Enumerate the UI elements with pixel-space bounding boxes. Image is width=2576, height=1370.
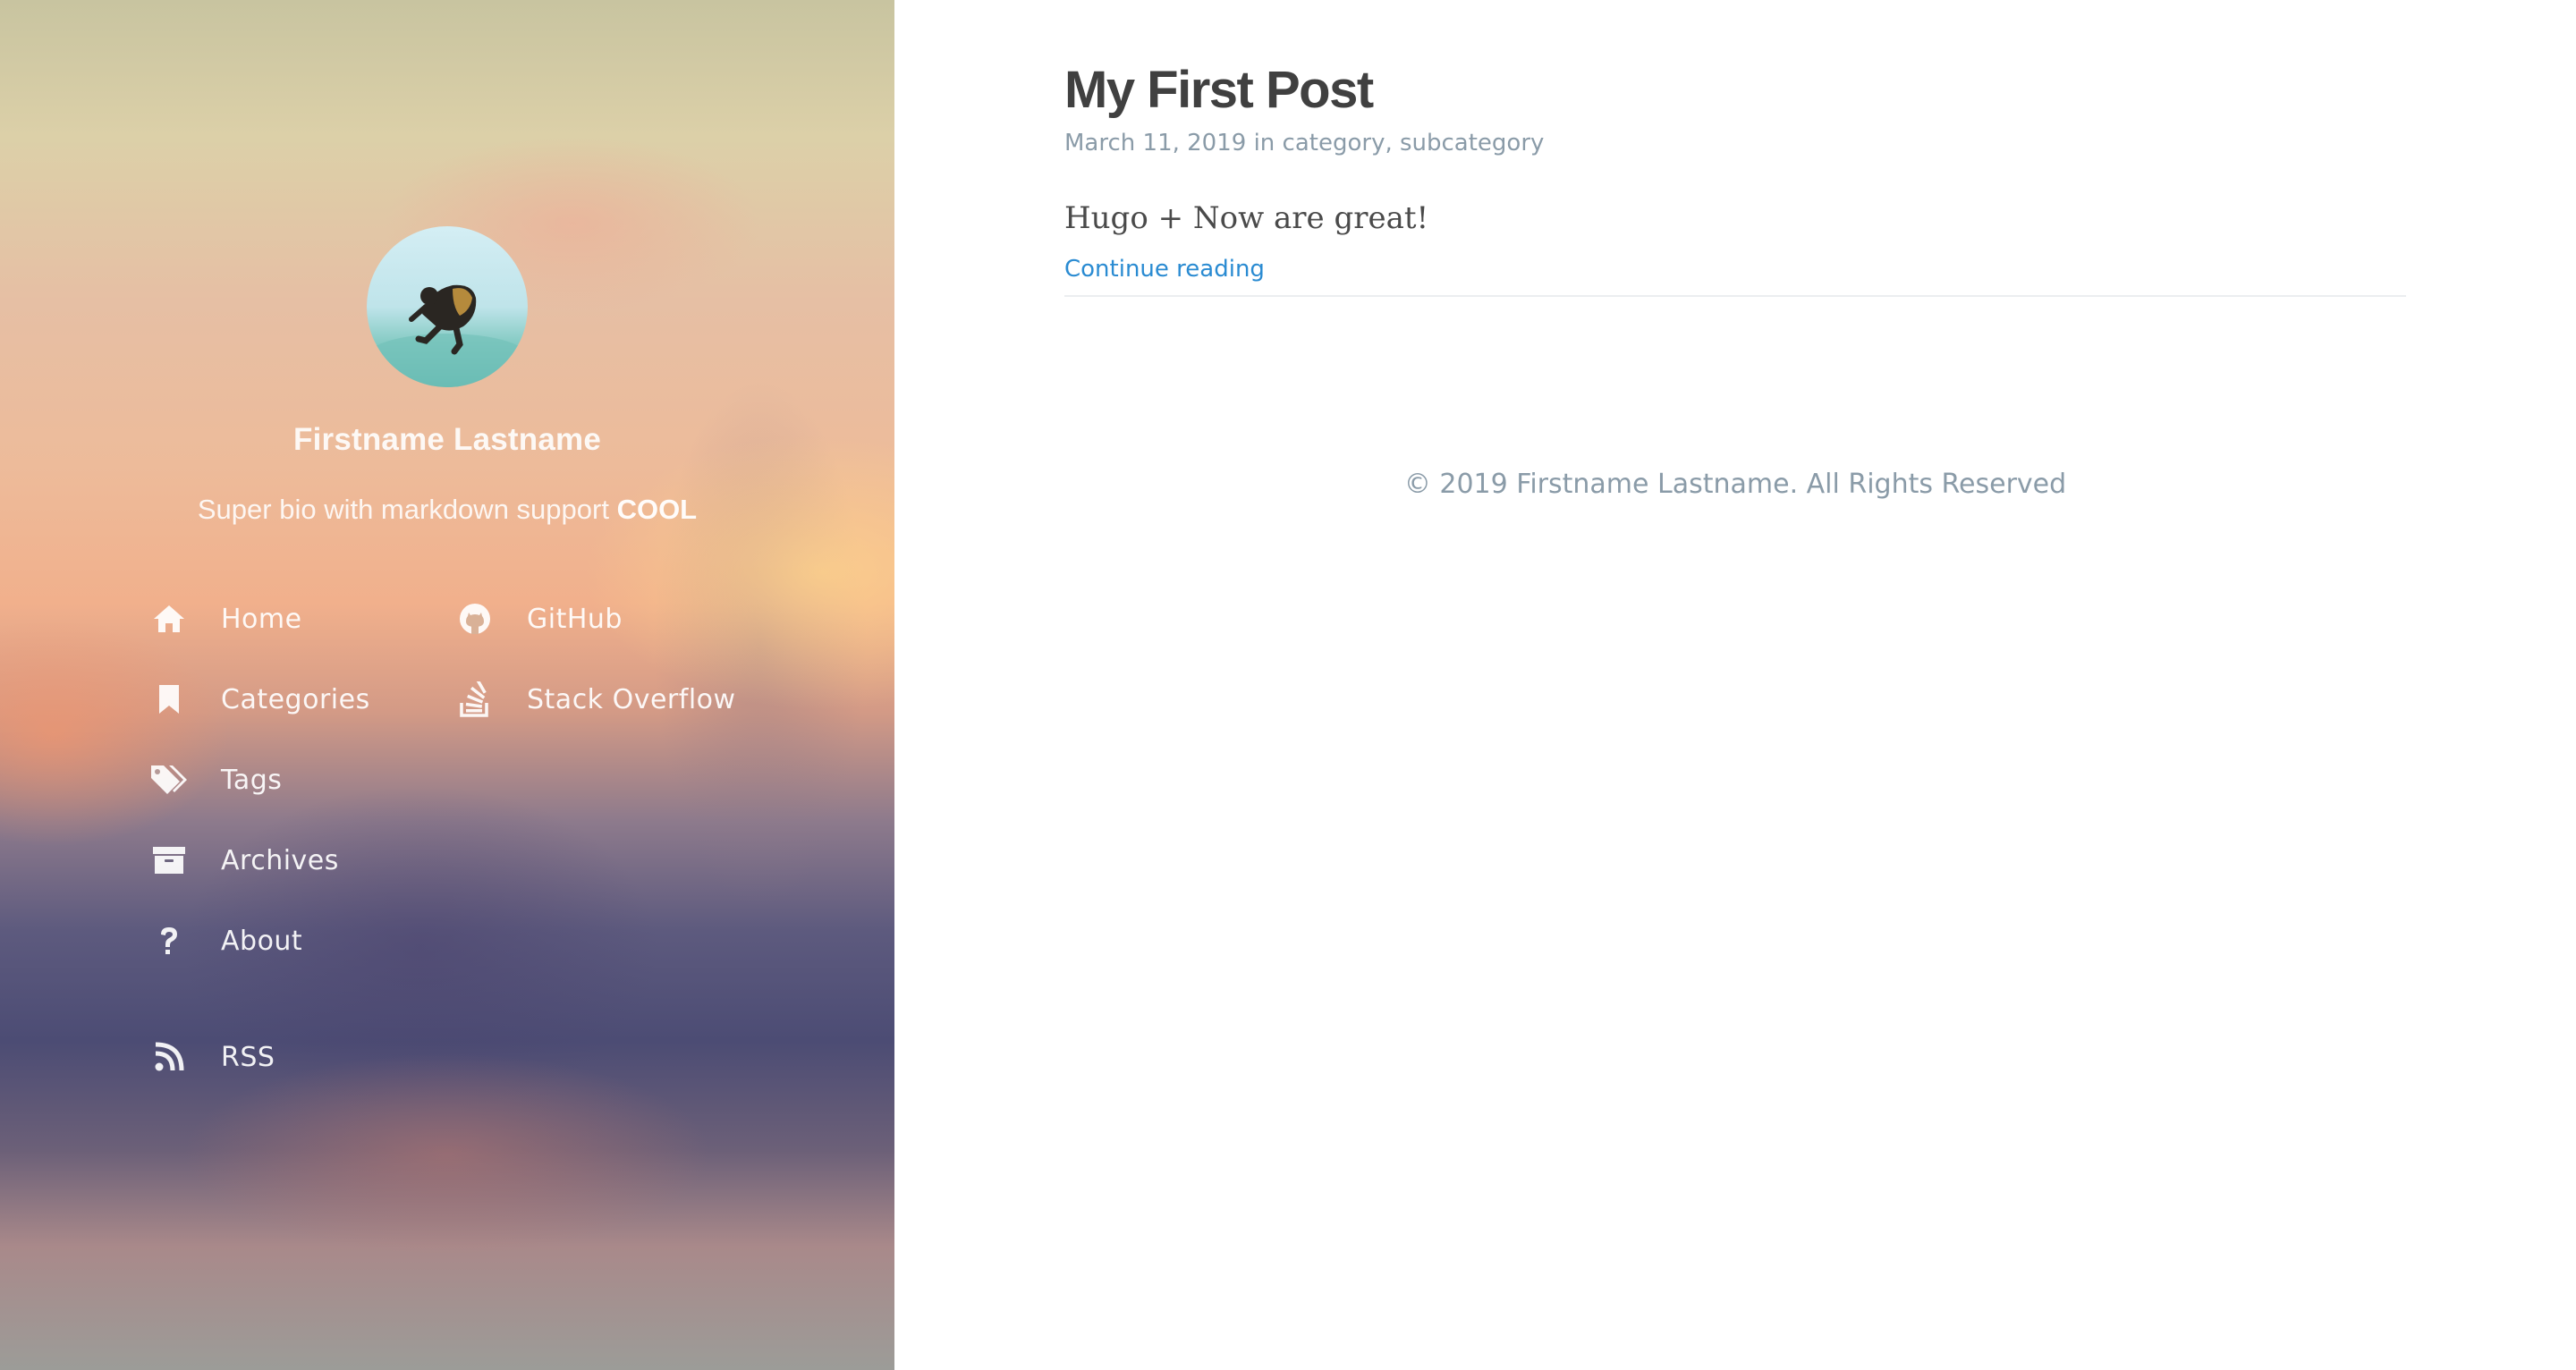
avatar[interactable]: [367, 226, 528, 387]
category-separator: ,: [1385, 130, 1400, 156]
category-link[interactable]: category: [1283, 130, 1385, 156]
post-divider: [1064, 295, 2406, 297]
post-title[interactable]: My First Post: [1064, 55, 2406, 125]
post-meta: March 11, 2019 in category, subcategory: [1064, 127, 2406, 159]
post-excerpt: Hugo + Now are great!: [1064, 200, 1429, 236]
sidebar-item-home[interactable]: Home: [149, 596, 302, 641]
sidebar-item-label: Categories: [221, 683, 370, 715]
stack-overflow-icon: [455, 680, 495, 719]
person-jumping-icon: [367, 284, 528, 387]
bookmark-icon: [149, 680, 189, 719]
post-preview: My First Post March 11, 2019 in category…: [1064, 55, 2406, 297]
sidebar-item-label: RSS: [221, 1041, 275, 1073]
sidebar-item-tags[interactable]: Tags: [149, 757, 282, 802]
sidebar-item-label: Stack Overflow: [527, 683, 736, 715]
sidebar-item-label: Archives: [221, 844, 339, 876]
sidebar-item-about[interactable]: About: [149, 918, 302, 963]
github-icon: [455, 599, 495, 638]
author-bio: Super bio with markdown support COOL: [0, 494, 894, 526]
post-date: March 11, 2019: [1064, 130, 1247, 156]
bio-bold: COOL: [616, 494, 698, 525]
archive-icon: [149, 841, 189, 880]
sidebar-item-label: About: [221, 925, 303, 957]
sidebar-item-archives[interactable]: Archives: [149, 838, 339, 883]
sidebar-item-label: Tags: [221, 764, 283, 796]
author-name: Firstname Lastname: [293, 422, 601, 457]
main-content: My First Post March 11, 2019 in category…: [894, 0, 2576, 1370]
sidebar-item-categories[interactable]: Categories: [149, 677, 370, 722]
question-icon: [149, 921, 189, 960]
subcategory-link[interactable]: subcategory: [1400, 130, 1544, 156]
footer-copyright: © 2019 Firstname Lastname. All Rights Re…: [1403, 469, 2067, 500]
bio-text: Super bio with markdown support: [197, 494, 617, 525]
rss-icon: [149, 1037, 189, 1077]
sidebar-item-stack-overflow[interactable]: Stack Overflow: [455, 677, 736, 722]
sidebar-item-label: Home: [221, 603, 302, 635]
post-meta-in: in: [1246, 130, 1283, 156]
home-icon: [149, 599, 189, 638]
tags-icon: [149, 760, 189, 799]
sidebar: Firstname Lastname Super bio with markdo…: [0, 0, 894, 1370]
sidebar-item-label: GitHub: [527, 603, 623, 635]
sidebar-item-rss[interactable]: RSS: [149, 1035, 275, 1079]
continue-reading-link[interactable]: Continue reading: [1064, 256, 1265, 283]
sidebar-item-github[interactable]: GitHub: [455, 596, 623, 641]
